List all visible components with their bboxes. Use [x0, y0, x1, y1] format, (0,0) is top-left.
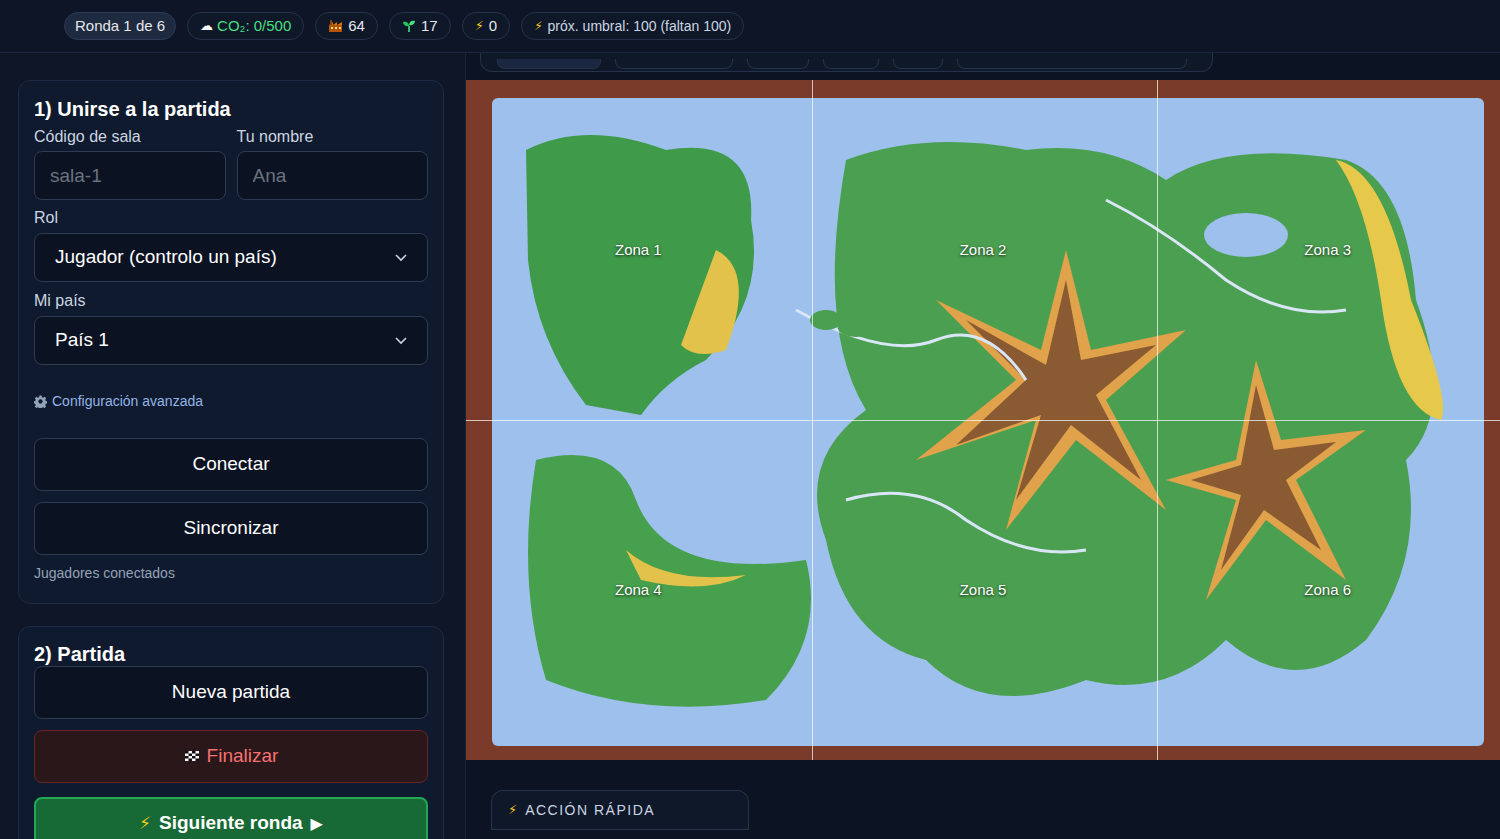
room-code-input[interactable] — [34, 151, 226, 200]
co2-value: CO₂: 0/500 — [217, 15, 291, 38]
zone-cell[interactable]: Zona 3 — [1155, 80, 1500, 420]
zone-label: Zona 2 — [960, 240, 1007, 260]
lightning-icon: ⚡ — [508, 800, 517, 820]
connected-players-label: Jugadores conectados — [34, 563, 428, 583]
game-title: 2) Partida — [34, 642, 428, 666]
energy-badge: ⚡ 0 — [462, 12, 510, 40]
finish-button[interactable]: Finalizar — [34, 730, 428, 783]
gear-icon — [34, 395, 47, 408]
role-select[interactable]: Jugador (controlo un país) — [34, 233, 428, 282]
factory-icon — [328, 19, 343, 33]
co2-badge: ☁ CO₂: 0/500 — [187, 12, 304, 40]
zone-grid: Zona 1 Zona 2 Zona 3 Zona 4 Zona 5 Zona 6 — [466, 80, 1500, 760]
advanced-settings-text: Configuración avanzada — [52, 391, 203, 412]
connect-button[interactable]: Conectar — [34, 438, 428, 491]
map-area: Zona 1 Zona 2 Zona 3 Zona 4 Zona 5 Zona 6 ⚡ A… — [466, 53, 1500, 839]
energy-value: 0 — [489, 15, 497, 38]
zone-label: Zona 5 — [960, 580, 1007, 600]
join-card: 1) Unirse a la partida Código de sala Tu… — [18, 80, 444, 604]
game-map[interactable]: Zona 1 Zona 2 Zona 3 Zona 4 Zona 5 Zona 6 — [466, 80, 1500, 760]
seedling-icon — [402, 19, 416, 33]
lightning-icon: ⚡ — [534, 17, 542, 35]
cloud-icon: ☁ — [200, 16, 213, 36]
player-name-input[interactable] — [237, 151, 429, 200]
room-code-label: Código de sala — [34, 127, 226, 147]
factories-badge: 64 — [315, 12, 378, 40]
zone-cell[interactable]: Zona 4 — [466, 420, 811, 760]
plants-value: 17 — [421, 15, 438, 38]
play-icon: ▶ — [311, 812, 323, 836]
new-game-button[interactable]: Nueva partida — [34, 666, 428, 719]
zone-cell[interactable]: Zona 2 — [811, 80, 1156, 420]
player-name-label: Tu nombre — [237, 127, 429, 147]
chevron-down-icon — [395, 254, 407, 262]
finish-label: Finalizar — [207, 742, 279, 771]
top-bar: Ronda 1 de 6 ☁ CO₂: 0/500 64 17 ⚡ 0 ⚡ pr… — [0, 0, 1500, 53]
plants-badge: 17 — [389, 12, 451, 40]
zone-label: Zona 4 — [615, 580, 662, 600]
zone-cell[interactable]: Zona 5 — [811, 420, 1156, 760]
country-value: País 1 — [55, 326, 109, 355]
join-title: 1) Unirse a la partida — [34, 95, 428, 123]
role-label: Rol — [34, 208, 428, 228]
round-badge: Ronda 1 de 6 — [64, 12, 176, 40]
zone-cell[interactable]: Zona 6 — [1155, 420, 1500, 760]
country-label: Mi país — [34, 291, 428, 311]
role-value: Jugador (controlo un país) — [55, 243, 277, 272]
quick-action-title: ACCIÓN RÁPIDA — [525, 800, 655, 821]
advanced-settings-link[interactable]: Configuración avanzada — [34, 391, 428, 411]
zone-cell[interactable]: Zona 1 — [466, 80, 811, 420]
map-toolbar — [480, 53, 1213, 72]
next-round-label: Siguiente ronda — [159, 809, 303, 838]
next-round-button[interactable]: ⚡ Siguiente ronda ▶ — [34, 797, 428, 839]
zone-label: Zona 3 — [1304, 240, 1351, 260]
zone-label: Zona 6 — [1304, 580, 1351, 600]
checkered-flag-icon — [184, 750, 200, 764]
lightning-icon: ⚡ — [475, 16, 484, 36]
sync-button[interactable]: Sincronizar — [34, 502, 428, 555]
side-panel: 1) Unirse a la partida Código de sala Tu… — [0, 53, 466, 839]
factories-value: 64 — [348, 15, 365, 38]
threshold-badge: ⚡ próx. umbral: 100 (faltan 100) — [521, 12, 744, 40]
threshold-value: próx. umbral: 100 (faltan 100) — [548, 16, 732, 37]
quick-action-card: ⚡ ACCIÓN RÁPIDA — [491, 790, 749, 830]
lightning-icon: ⚡ — [139, 811, 151, 837]
zone-label: Zona 1 — [615, 240, 662, 260]
chevron-down-icon — [395, 337, 407, 345]
country-select[interactable]: País 1 — [34, 316, 428, 365]
grid-line — [466, 420, 1500, 421]
game-card: 2) Partida Nueva partida Finalizar ⚡ Sig… — [18, 626, 444, 839]
